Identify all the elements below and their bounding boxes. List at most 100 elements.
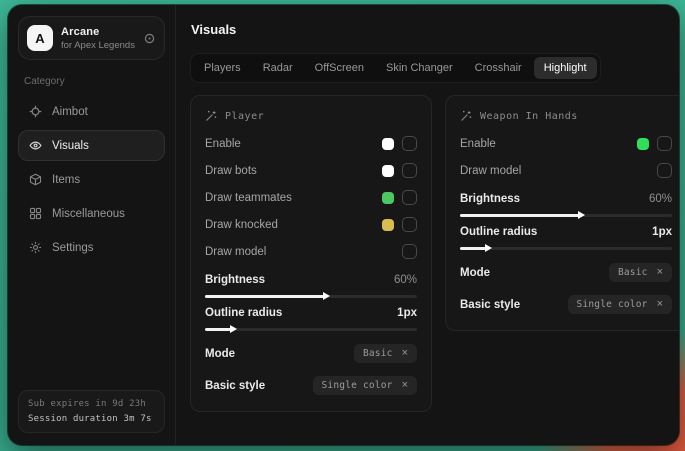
page-title: Visuals <box>191 22 679 37</box>
brand-text: Arcane for Apex Legends <box>61 26 135 51</box>
toggle-label: Draw knocked <box>205 219 278 231</box>
tab-bar: Players Radar OffScreen Skin Changer Cro… <box>190 53 601 83</box>
slider-row-brightness: Brightness 60% <box>460 193 672 217</box>
slider-thumb[interactable] <box>230 325 237 333</box>
main-content: Visuals Players Radar OffScreen Skin Cha… <box>176 5 679 445</box>
slider-track-outline-radius[interactable] <box>205 328 417 331</box>
sidebar-item-label: Visuals <box>52 140 89 152</box>
color-swatch[interactable] <box>382 138 394 150</box>
sub-expires-text: Sub expires in 9d 23h <box>28 399 155 409</box>
slider-label: Outline radius <box>460 226 537 238</box>
target-icon[interactable] <box>143 32 156 45</box>
slider-value: 1px <box>397 307 417 319</box>
toggle-label: Draw model <box>460 165 521 177</box>
slider-row-outline-radius: Outline radius 1px <box>205 307 417 331</box>
tag-basic[interactable]: Basic × <box>354 344 417 363</box>
toggle-row-draw-bots: Draw bots <box>205 157 417 184</box>
select-row-mode: Mode Basic × <box>460 263 672 282</box>
color-swatch[interactable] <box>382 219 394 231</box>
select-label: Mode <box>205 348 235 360</box>
toggle-controls <box>382 163 417 178</box>
sidebar-item-visuals[interactable]: Visuals <box>18 130 165 161</box>
color-swatch[interactable] <box>637 138 649 150</box>
toggle-row-draw-model: Draw model <box>460 157 672 184</box>
gear-icon <box>29 241 42 254</box>
slider-fill <box>205 328 233 331</box>
slider-header: Outline radius 1px <box>205 307 417 319</box>
slider-value: 60% <box>649 193 672 205</box>
tab-offscreen[interactable]: OffScreen <box>305 57 374 79</box>
tag-single-color[interactable]: Single color × <box>568 295 672 314</box>
select-row-mode: Mode Basic × <box>205 344 417 363</box>
slider-thumb[interactable] <box>578 211 585 219</box>
checkbox-draw-knocked[interactable] <box>402 217 417 232</box>
checkbox-draw-model[interactable] <box>402 244 417 259</box>
toggle-label: Enable <box>205 138 241 150</box>
checkbox-enable[interactable] <box>402 136 417 151</box>
slider-header: Brightness 60% <box>205 274 417 286</box>
app-name: Arcane <box>61 26 135 38</box>
toggle-controls <box>657 163 672 178</box>
sidebar-item-miscellaneous[interactable]: Miscellaneous <box>18 198 165 229</box>
category-label: Category <box>24 76 159 87</box>
color-swatch[interactable] <box>382 165 394 177</box>
close-icon[interactable]: × <box>657 299 663 310</box>
toggle-label: Draw teammates <box>205 192 292 204</box>
app-subtitle: for Apex Legends <box>61 40 135 51</box>
tag-basic[interactable]: Basic × <box>609 263 672 282</box>
close-icon[interactable]: × <box>402 348 408 359</box>
tag-single-color[interactable]: Single color × <box>313 376 417 395</box>
tab-skin-changer[interactable]: Skin Changer <box>376 57 463 79</box>
color-swatch[interactable] <box>382 192 394 204</box>
checkbox-enable[interactable] <box>657 136 672 151</box>
slider-label: Brightness <box>205 274 265 286</box>
slider-thumb[interactable] <box>485 244 492 252</box>
slider-label: Outline radius <box>205 307 282 319</box>
checkbox-draw-bots[interactable] <box>402 163 417 178</box>
app-logo: A <box>27 25 53 51</box>
toggle-controls <box>637 136 672 151</box>
session-duration-text: Session duration 3m 7s <box>28 414 155 424</box>
select-label: Basic style <box>460 299 520 311</box>
sidebar-item-aimbot[interactable]: Aimbot <box>18 96 165 127</box>
tab-radar[interactable]: Radar <box>253 57 303 79</box>
slider-fill <box>460 247 488 250</box>
tab-highlight[interactable]: Highlight <box>534 57 597 79</box>
sidebar-item-items[interactable]: Items <box>18 164 165 195</box>
panel-title: Player <box>225 111 264 122</box>
slider-track-outline-radius[interactable] <box>460 247 672 250</box>
checkbox-draw-model[interactable] <box>657 163 672 178</box>
checkbox-draw-teammates[interactable] <box>402 190 417 205</box>
toggle-row-draw-model: Draw model <box>205 238 417 265</box>
tag-label: Single color <box>322 380 393 391</box>
close-icon[interactable]: × <box>657 267 663 278</box>
panel-weapon-in-hands: Weapon In Hands Enable Draw model Bright… <box>445 95 679 331</box>
magic-wand-icon <box>205 110 217 122</box>
sidebar-item-label: Settings <box>52 242 94 254</box>
tag-label: Basic <box>363 348 393 359</box>
box-icon <box>29 173 42 186</box>
eye-icon <box>29 139 42 152</box>
slider-fill <box>460 214 581 217</box>
toggle-row-enable: Enable <box>205 130 417 157</box>
app-window: A Arcane for Apex Legends Category Aimbo… <box>8 5 679 445</box>
slider-fill <box>205 295 326 298</box>
toggle-controls <box>382 190 417 205</box>
close-icon[interactable]: × <box>402 380 408 391</box>
toggle-row-draw-teammates: Draw teammates <box>205 184 417 211</box>
toggle-controls <box>402 244 417 259</box>
sidebar-item-settings[interactable]: Settings <box>18 232 165 263</box>
slider-track-brightness[interactable] <box>205 295 417 298</box>
crosshair-icon <box>29 105 42 118</box>
tab-players[interactable]: Players <box>194 57 251 79</box>
slider-track-brightness[interactable] <box>460 214 672 217</box>
slider-header: Brightness 60% <box>460 193 672 205</box>
grid-icon <box>29 207 42 220</box>
tab-crosshair[interactable]: Crosshair <box>465 57 532 79</box>
slider-thumb[interactable] <box>323 292 330 300</box>
magic-wand-icon <box>460 110 472 122</box>
panel-title: Weapon In Hands <box>480 111 578 122</box>
sidebar-item-label: Aimbot <box>52 106 88 118</box>
select-label: Basic style <box>205 380 265 392</box>
toggle-controls <box>382 136 417 151</box>
